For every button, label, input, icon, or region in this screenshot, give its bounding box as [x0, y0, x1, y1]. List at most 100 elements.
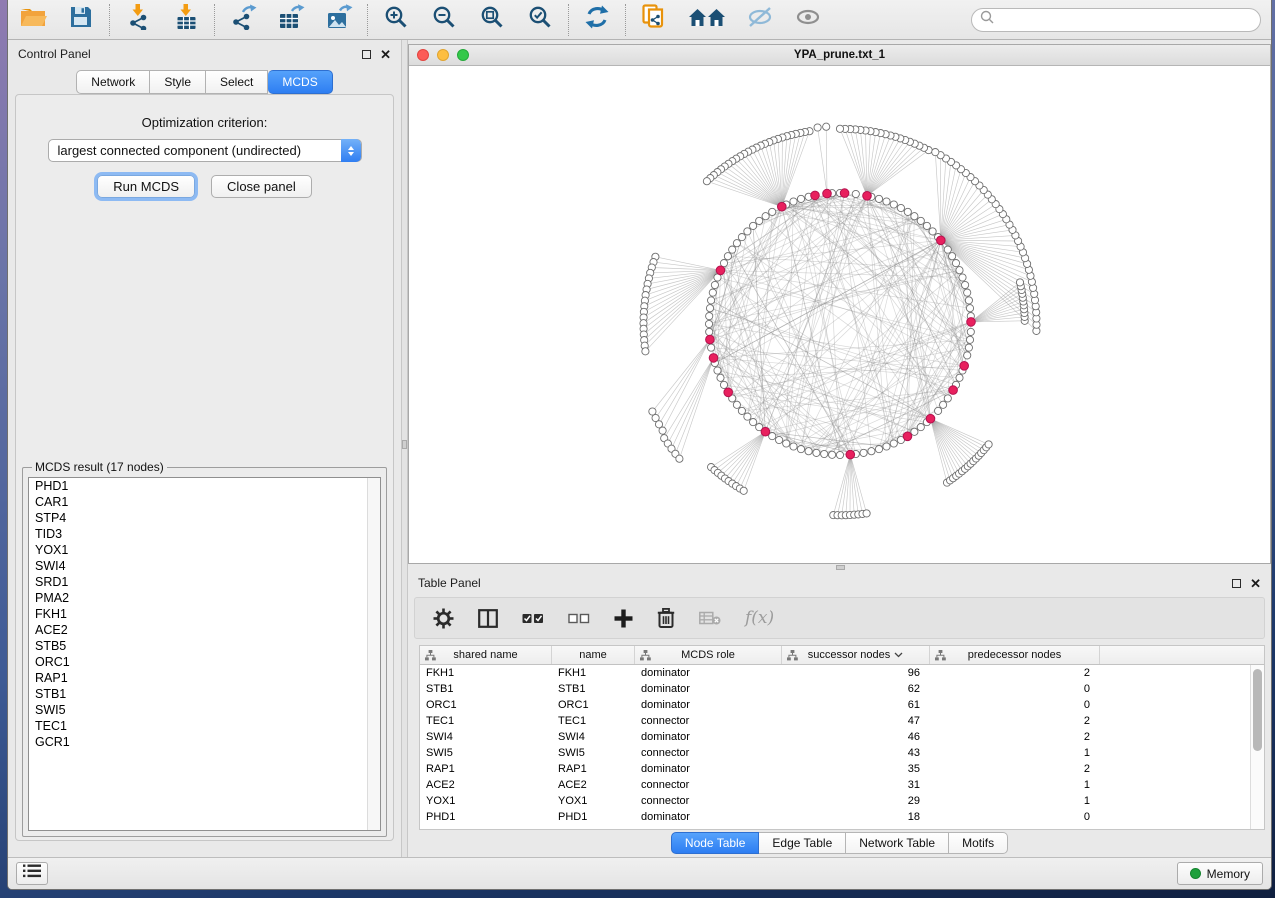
- list-item[interactable]: TID3: [29, 526, 380, 542]
- table-cell[interactable]: STB1: [552, 681, 635, 697]
- tab-network-table[interactable]: Network Table: [846, 832, 949, 854]
- create-column-icon[interactable]: [614, 609, 633, 628]
- list-item[interactable]: YOX1: [29, 542, 380, 558]
- table-cell[interactable]: 1: [930, 745, 1100, 761]
- select-all-columns-icon[interactable]: [522, 613, 544, 624]
- list-item[interactable]: RAP1: [29, 670, 380, 686]
- zoom-selected-button[interactable]: [525, 6, 555, 34]
- table-cell[interactable]: dominator: [635, 681, 782, 697]
- table-cell[interactable]: 0: [930, 809, 1100, 825]
- table-row[interactable]: SWI5SWI5connector431: [420, 745, 1264, 761]
- zoom-in-button[interactable]: [381, 6, 411, 34]
- table-cell[interactable]: RAP1: [552, 761, 635, 777]
- table-cell[interactable]: connector: [635, 777, 782, 793]
- table-cell[interactable]: 47: [782, 713, 930, 729]
- duplicate-network-button[interactable]: [639, 6, 669, 34]
- zoom-out-button[interactable]: [429, 6, 459, 34]
- tab-style[interactable]: Style: [150, 70, 206, 94]
- table-cell[interactable]: ACE2: [420, 777, 552, 793]
- tab-network[interactable]: Network: [76, 70, 150, 94]
- close-panel-icon[interactable]: ✕: [380, 50, 391, 59]
- export-network-button[interactable]: [228, 6, 258, 34]
- list-item[interactable]: SWI4: [29, 558, 380, 574]
- column-header-successor-nodes[interactable]: successor nodes: [782, 646, 930, 664]
- table-row[interactable]: RAP1RAP1dominator352: [420, 761, 1264, 777]
- vertical-splitter[interactable]: [401, 40, 408, 857]
- table-cell[interactable]: SWI5: [420, 745, 552, 761]
- table-row[interactable]: YOX1YOX1connector291: [420, 793, 1264, 809]
- hide-selected-button[interactable]: [745, 6, 775, 34]
- table-cell[interactable]: 0: [930, 697, 1100, 713]
- list-item[interactable]: PMA2: [29, 590, 380, 606]
- export-table-button[interactable]: [276, 6, 306, 34]
- table-cell[interactable]: connector: [635, 793, 782, 809]
- memory-button[interactable]: Memory: [1177, 862, 1263, 885]
- table-cell[interactable]: 62: [782, 681, 930, 697]
- table-cell[interactable]: 2: [930, 713, 1100, 729]
- table-scrollbar[interactable]: [1250, 665, 1264, 829]
- list-item[interactable]: ACE2: [29, 622, 380, 638]
- splitter-grip[interactable]: [836, 565, 845, 570]
- table-cell[interactable]: dominator: [635, 809, 782, 825]
- list-item[interactable]: FKH1: [29, 606, 380, 622]
- table-cell[interactable]: SWI5: [552, 745, 635, 761]
- table-row[interactable]: SWI4SWI4dominator462: [420, 729, 1264, 745]
- table-cell[interactable]: STB1: [420, 681, 552, 697]
- table-cell[interactable]: SWI4: [552, 729, 635, 745]
- close-panel-button[interactable]: Close panel: [211, 175, 312, 198]
- list-item[interactable]: SWI5: [29, 702, 380, 718]
- table-cell[interactable]: YOX1: [552, 793, 635, 809]
- save-session-button[interactable]: [66, 6, 96, 34]
- mcds-result-list[interactable]: PHD1CAR1STP4TID3YOX1SWI4SRD1PMA2FKH1ACE2…: [28, 477, 381, 831]
- list-item[interactable]: ORC1: [29, 654, 380, 670]
- table-cell[interactable]: TEC1: [420, 713, 552, 729]
- table-cell[interactable]: ORC1: [552, 697, 635, 713]
- import-table-button[interactable]: [171, 6, 201, 34]
- import-network-button[interactable]: [123, 6, 153, 34]
- table-cell[interactable]: ACE2: [552, 777, 635, 793]
- table-cell[interactable]: 18: [782, 809, 930, 825]
- table-cell[interactable]: PHD1: [420, 809, 552, 825]
- table-cell[interactable]: dominator: [635, 761, 782, 777]
- table-row[interactable]: FKH1FKH1dominator962: [420, 665, 1264, 681]
- column-header-shared-name[interactable]: shared name: [420, 646, 552, 664]
- list-item[interactable]: PHD1: [29, 478, 380, 494]
- table-cell[interactable]: 1: [930, 793, 1100, 809]
- table-cell[interactable]: 29: [782, 793, 930, 809]
- network-graph[interactable]: [409, 66, 1270, 563]
- table-cell[interactable]: ORC1: [420, 697, 552, 713]
- list-item[interactable]: STB5: [29, 638, 380, 654]
- table-row[interactable]: STB1STB1dominator620: [420, 681, 1264, 697]
- network-canvas[interactable]: [409, 66, 1270, 563]
- table-row[interactable]: PHD1PHD1dominator180: [420, 809, 1264, 825]
- tab-mcds[interactable]: MCDS: [268, 70, 332, 94]
- table-cell[interactable]: RAP1: [420, 761, 552, 777]
- task-history-button[interactable]: [16, 862, 48, 885]
- table-cell[interactable]: 46: [782, 729, 930, 745]
- scrollbar-thumb[interactable]: [1253, 669, 1262, 751]
- function-builder-icon[interactable]: f(x): [745, 608, 774, 628]
- table-cell[interactable]: dominator: [635, 665, 782, 681]
- delete-table-icon[interactable]: [699, 611, 721, 626]
- show-columns-icon[interactable]: [478, 609, 498, 628]
- run-mcds-button[interactable]: Run MCDS: [97, 175, 195, 198]
- table-cell[interactable]: connector: [635, 713, 782, 729]
- table-cell[interactable]: dominator: [635, 729, 782, 745]
- table-cell[interactable]: 2: [930, 729, 1100, 745]
- tab-motifs[interactable]: Motifs: [949, 832, 1008, 854]
- list-item[interactable]: TEC1: [29, 718, 380, 734]
- float-panel-icon[interactable]: [1232, 579, 1241, 588]
- column-header-MCDS-role[interactable]: MCDS role: [635, 646, 782, 664]
- table-cell[interactable]: FKH1: [420, 665, 552, 681]
- table-cell[interactable]: dominator: [635, 697, 782, 713]
- export-image-button[interactable]: [324, 6, 354, 34]
- list-item[interactable]: GCR1: [29, 734, 380, 750]
- table-cell[interactable]: PHD1: [552, 809, 635, 825]
- splitter-grip[interactable]: [402, 440, 407, 449]
- close-panel-icon[interactable]: ✕: [1250, 579, 1261, 588]
- table-cell[interactable]: SWI4: [420, 729, 552, 745]
- table-cell[interactable]: TEC1: [552, 713, 635, 729]
- list-item[interactable]: STP4: [29, 510, 380, 526]
- mcds-result-scrollbar[interactable]: [367, 478, 380, 830]
- horizontal-splitter[interactable]: [408, 564, 1271, 571]
